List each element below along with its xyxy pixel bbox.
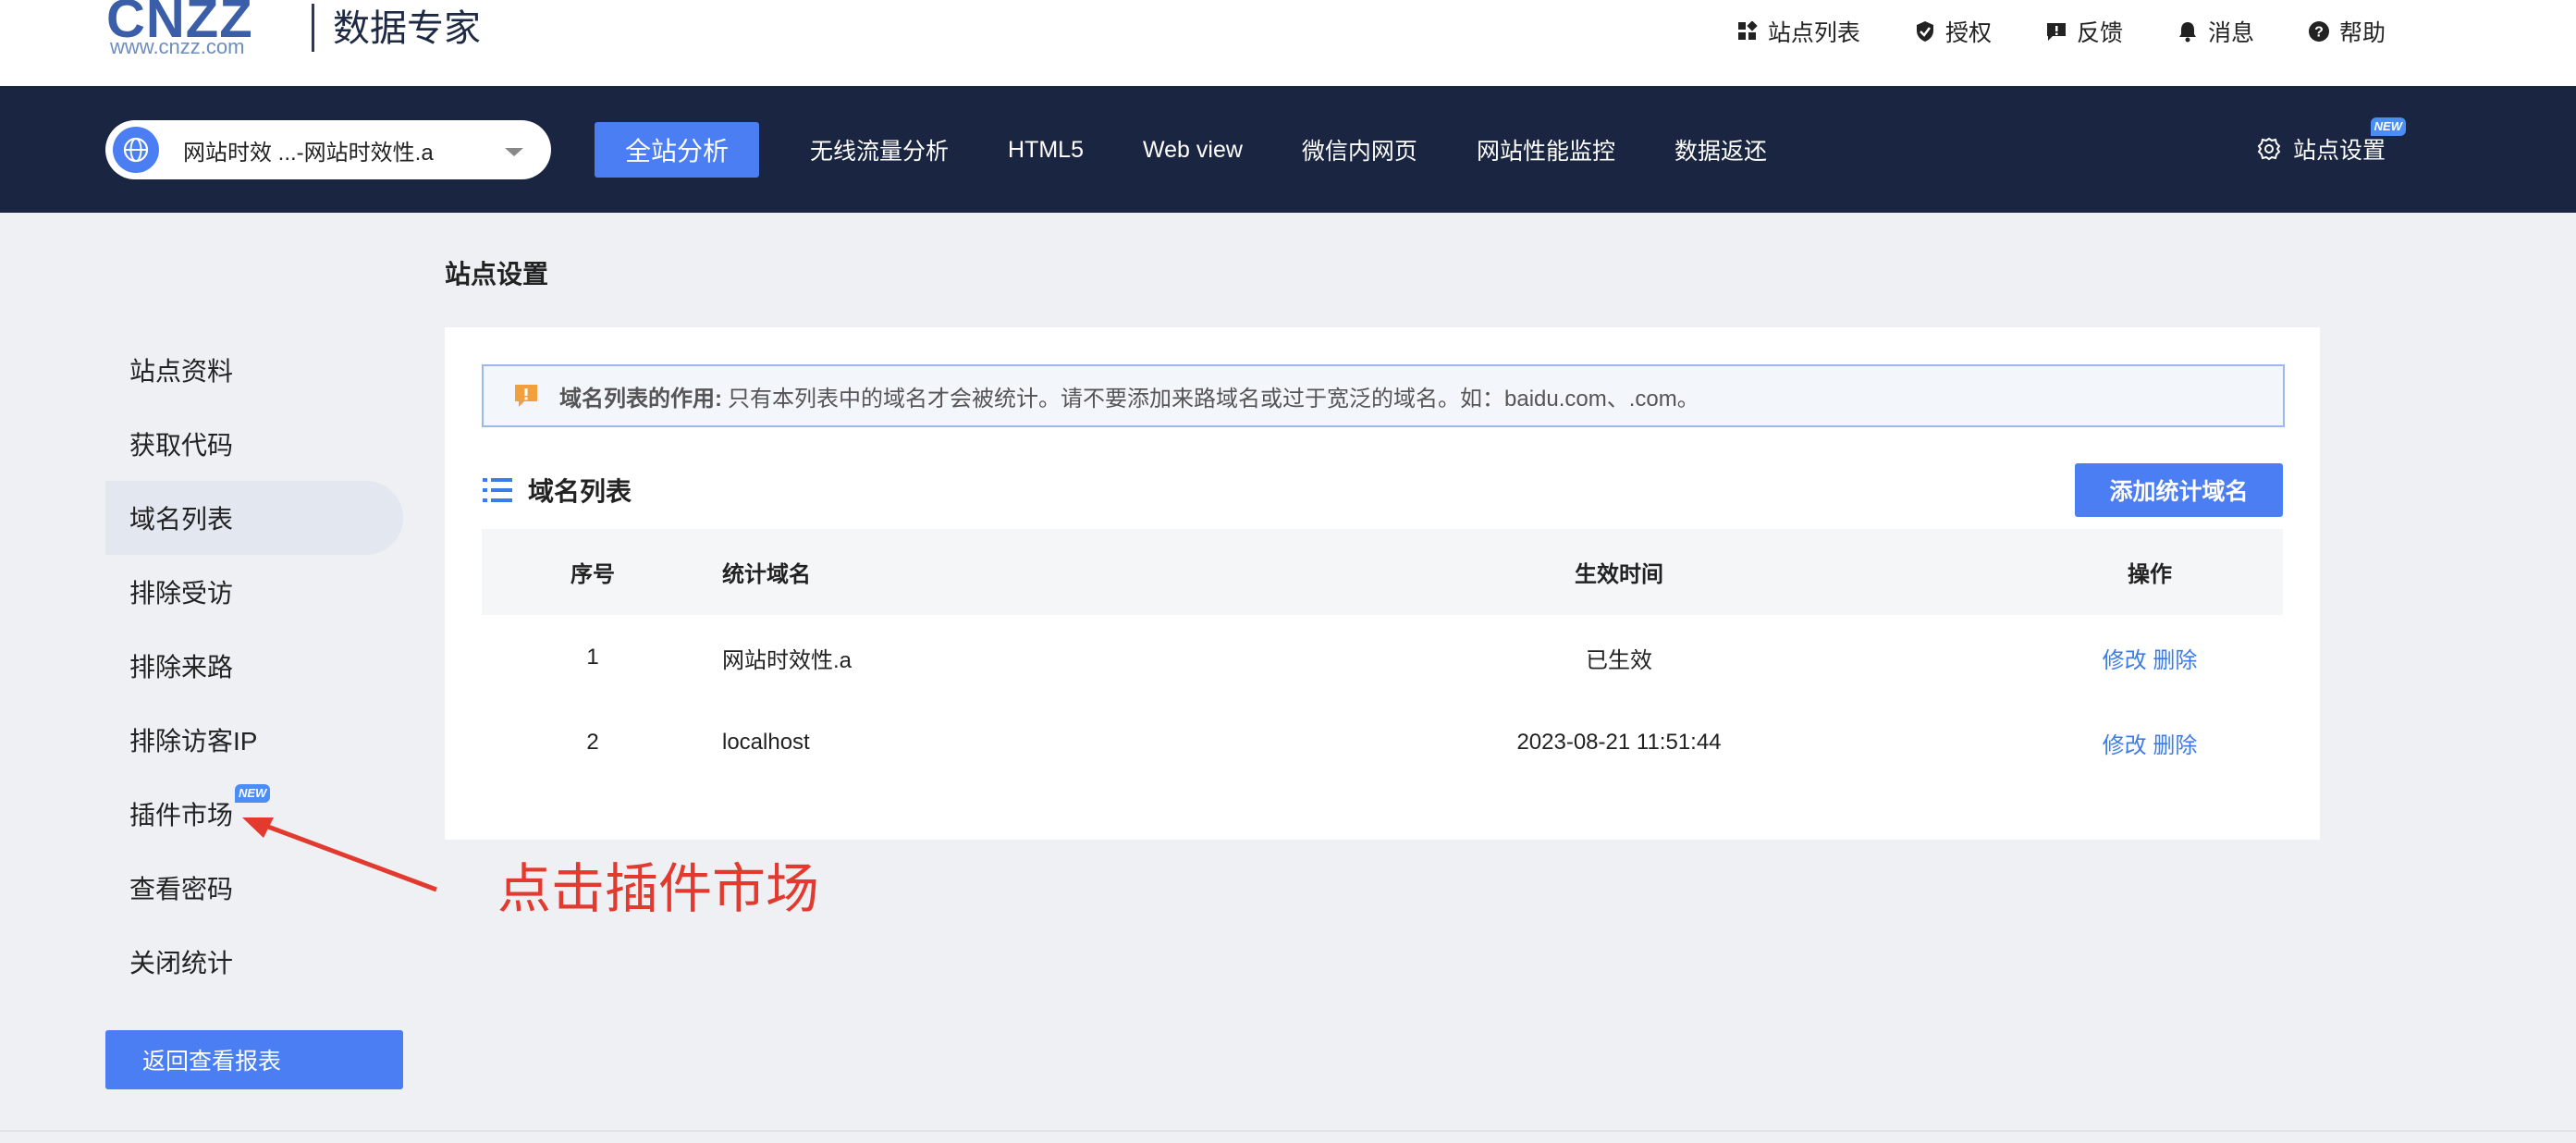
notice-text: 只有本列表中的域名才会被统计。请不要添加来路域名或过于宽泛的域名。如：baidu… — [728, 386, 1699, 412]
new-badge: NEW — [2370, 117, 2406, 136]
bottom-divider — [0, 1130, 2576, 1132]
product-name: 数据专家 — [333, 8, 481, 49]
edit-link[interactable]: 修改 — [2103, 733, 2147, 758]
list-heading: 域名列表 — [482, 472, 632, 509]
row-index: 1 — [586, 645, 599, 670]
sidebar-item-label: 排除受访 — [129, 579, 234, 608]
info-bubble-icon — [511, 381, 541, 411]
help-icon: ? — [2308, 20, 2330, 43]
logo-divider — [312, 4, 314, 52]
help-link[interactable]: ? 帮助 — [2308, 15, 2386, 48]
sidebar-item-label: 排除来路 — [129, 653, 234, 682]
bell-icon — [2177, 20, 2199, 43]
row-effective-time: 已生效 — [1586, 647, 1652, 673]
sidebar-item-view-password[interactable]: 查看密码 — [105, 851, 403, 925]
top-header: CNZZ www.cnzz.com 数据专家 站点列表 授权 反馈 消息 ? 帮… — [0, 0, 2576, 86]
back-to-report-button[interactable]: 返回查看报表 — [105, 1030, 403, 1089]
sidebar-item-label: 获取代码 — [129, 431, 234, 460]
add-domain-button[interactable]: 添加统计域名 — [2075, 463, 2283, 517]
sidebar-item-label: 站点资料 — [129, 357, 234, 386]
table-header: 序号 统计域名 生效时间 操作 — [482, 529, 2283, 615]
site-selector-value: 网站时效 ...-网站时效性.a — [183, 140, 434, 166]
sidebar-item-close-stats[interactable]: 关闭统计 — [105, 925, 403, 999]
logo-url: www.cnzz.com — [110, 35, 245, 58]
domain-table: 序号 统计域名 生效时间 操作 1 网站时效性.a 已生效 修改 删除 2 lo… — [482, 529, 2283, 785]
row-index: 2 — [586, 730, 599, 755]
sidebar-item-domain-list[interactable]: 域名列表 — [105, 481, 403, 555]
authorize-link[interactable]: 授权 — [1914, 15, 1992, 48]
header-effective-time: 生效时间 — [1575, 562, 1663, 587]
messages-label: 消息 — [2207, 20, 2254, 46]
list-title-text: 域名列表 — [528, 477, 632, 506]
page-title: 站点设置 — [445, 260, 549, 289]
sidebar-item-label: 排除访客IP — [129, 727, 258, 756]
header-actions: 操作 — [2128, 562, 2172, 587]
row-domain: 网站时效性.a — [722, 647, 853, 673]
table-row: 1 网站时效性.a 已生效 修改 删除 — [482, 615, 2283, 700]
help-label: 帮助 — [2338, 20, 2386, 46]
tab-wechat-pages[interactable]: 微信内网页 — [1302, 133, 1417, 166]
domain-list-panel: 域名列表的作用: 只有本列表中的域名才会被统计。请不要添加来路域名或过于宽泛的域… — [445, 327, 2320, 840]
top-links: 站点列表 授权 反馈 消息 ? 帮助 — [1683, 15, 2386, 48]
sidebar-item-label: 域名列表 — [129, 505, 234, 534]
delete-link[interactable]: 删除 — [2153, 733, 2197, 758]
tab-html5[interactable]: HTML5 — [1008, 137, 1084, 164]
sidebar-item-get-code[interactable]: 获取代码 — [105, 407, 403, 481]
messages-link[interactable]: 消息 — [2177, 15, 2254, 48]
svg-text:?: ? — [2314, 25, 2324, 41]
feedback-icon — [2045, 20, 2067, 43]
delete-link[interactable]: 删除 — [2153, 648, 2197, 673]
tab-full-site-analysis[interactable]: 全站分析 — [595, 122, 760, 178]
sidebar-item-exclude-referrer[interactable]: 排除来路 — [105, 629, 403, 703]
info-notice: 域名列表的作用: 只有本列表中的域名才会被统计。请不要添加来路域名或过于宽泛的域… — [482, 364, 2285, 427]
sidebar-item-site-info[interactable]: 站点资料 — [105, 333, 403, 407]
feedback-link[interactable]: 反馈 — [2045, 15, 2123, 48]
table-row: 2 localhost 2023-08-21 11:51:44 修改 删除 — [482, 700, 2283, 785]
tab-webview[interactable]: Web view — [1143, 137, 1243, 164]
tab-wireless-traffic[interactable]: 无线流量分析 — [810, 133, 949, 166]
notice-title: 域名列表的作用: — [559, 386, 722, 412]
sidebar-item-label: 查看密码 — [129, 875, 234, 903]
edit-link[interactable]: 修改 — [2103, 648, 2147, 673]
sidebar-item-label: 插件市场 — [129, 801, 234, 830]
nav-tabs: 全站分析 无线流量分析 HTML5 Web view 微信内网页 网站性能监控 … — [595, 122, 1826, 178]
gear-icon — [2256, 136, 2282, 162]
sidebar-item-plugin-market[interactable]: 插件市场 NEW — [105, 777, 403, 851]
row-effective-time: 2023-08-21 11:51:44 — [1516, 730, 1722, 755]
chevron-down-icon — [505, 148, 523, 156]
row-actions: 修改 删除 — [2017, 642, 2283, 674]
new-badge: NEW — [235, 784, 271, 803]
site-list-label: 站点列表 — [1767, 20, 1860, 46]
list-icon — [482, 474, 513, 506]
sidebar-item-label: 关闭统计 — [129, 949, 234, 977]
header-index: 序号 — [570, 562, 615, 587]
annotation-text: 点击插件市场 — [497, 857, 820, 920]
site-settings-link[interactable]: 站点设置 NEW — [2256, 117, 2406, 166]
authorize-label: 授权 — [1944, 20, 1992, 46]
row-actions: 修改 删除 — [2017, 727, 2283, 759]
main-nav: 网站时效 ...-网站时效性.a 全站分析 无线流量分析 HTML5 Web v… — [0, 86, 2576, 213]
shield-check-icon — [1914, 20, 1936, 43]
site-list-link[interactable]: 站点列表 — [1736, 15, 1860, 48]
feedback-label: 反馈 — [2076, 20, 2123, 46]
site-settings-label: 站点设置 — [2292, 138, 2386, 164]
sidebar-item-exclude-visitor-ip[interactable]: 排除访客IP — [105, 703, 403, 777]
sidebar-item-exclude-visited[interactable]: 排除受访 — [105, 555, 403, 629]
cnzz-logo[interactable]: CNZZ www.cnzz.com — [106, 0, 301, 61]
tab-data-return[interactable]: 数据返还 — [1674, 133, 1767, 166]
header-domain: 统计域名 — [722, 562, 811, 587]
site-selector[interactable]: 网站时效 ...-网站时效性.a — [105, 120, 551, 179]
row-domain: localhost — [722, 730, 810, 755]
grid-icon — [1736, 20, 1759, 43]
tab-performance-monitor[interactable]: 网站性能监控 — [1477, 133, 1615, 166]
sidebar: 站点资料 获取代码 域名列表 排除受访 排除来路 排除访客IP 插件市场 NEW… — [105, 333, 403, 999]
globe-icon — [113, 127, 159, 173]
